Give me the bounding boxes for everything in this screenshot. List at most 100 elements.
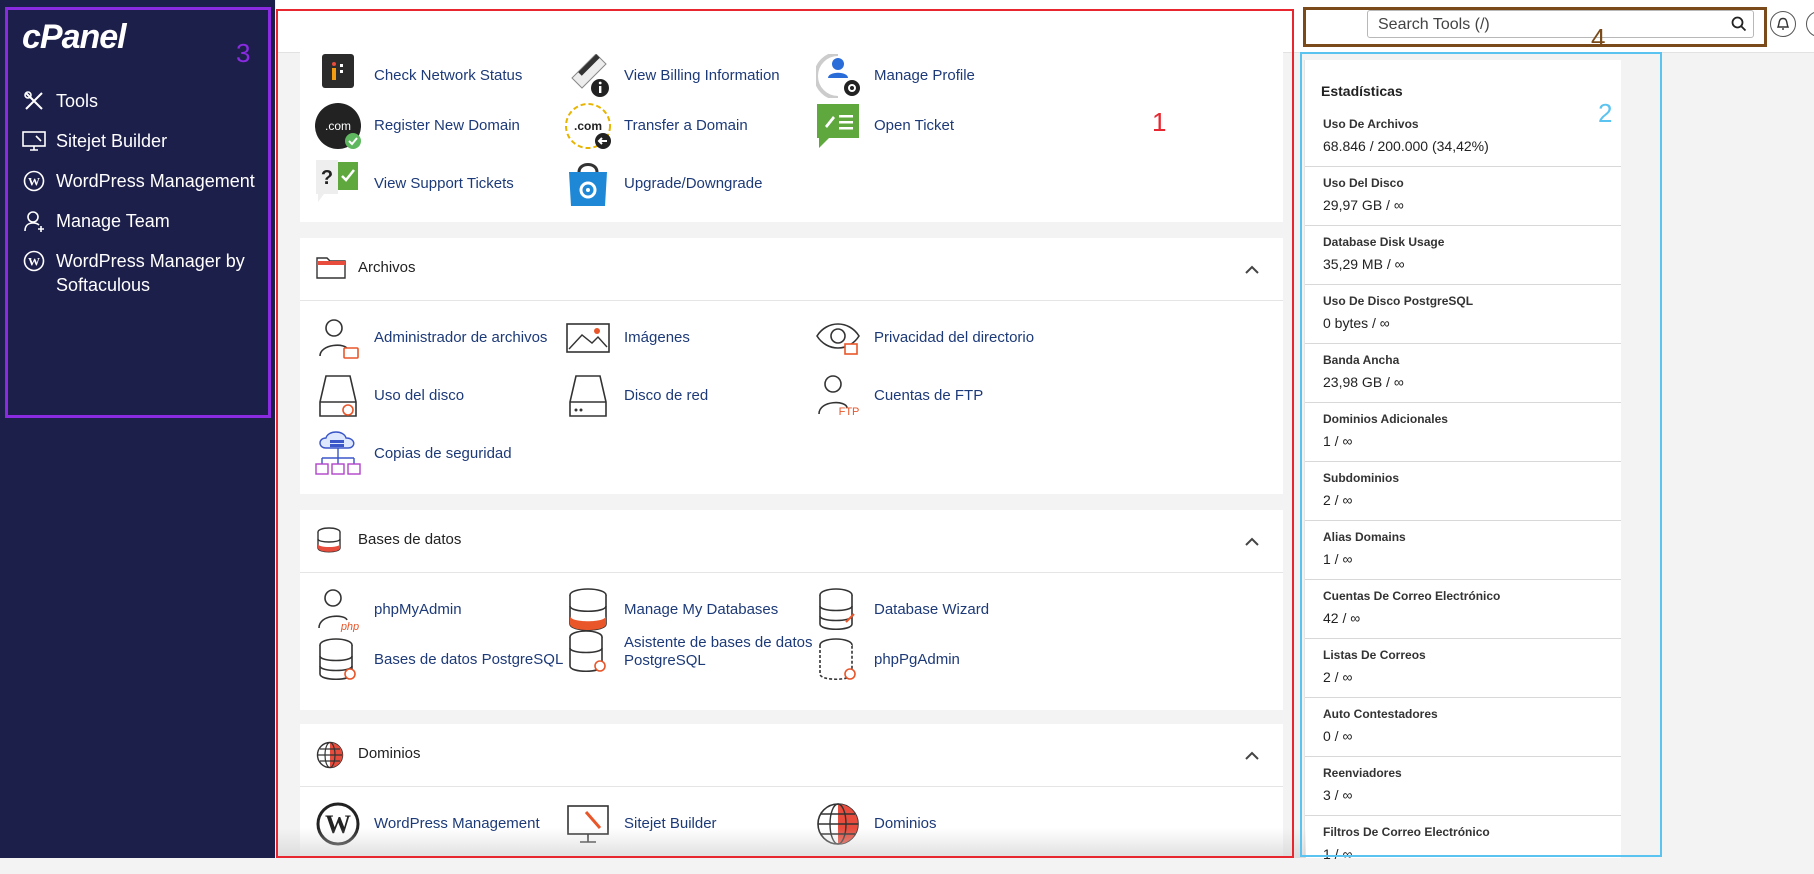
tool-asistente-de-bases-de-datos-postgresql[interactable]: Asistente de bases de datos PostgreSQL	[564, 628, 814, 676]
tool-wordpress-management[interactable]: W WordPress Management	[314, 800, 540, 848]
file-manager-icon	[314, 314, 362, 362]
svg-text:?: ?	[321, 167, 333, 189]
chevron-up-icon[interactable]	[1245, 534, 1259, 552]
svg-text:.com: .com	[325, 119, 351, 133]
dominios-header[interactable]: Dominios	[300, 724, 1283, 787]
search-input[interactable]	[1376, 14, 1720, 36]
wordpress-icon: W	[23, 170, 45, 192]
sidebar: cPanel Tools Sitejet Builder W WordPress…	[0, 0, 275, 858]
tool-register-new-domain[interactable]: .com Register New Domain	[314, 102, 520, 150]
database-icon	[316, 527, 342, 558]
profile-icon	[814, 52, 862, 100]
sidebar-item-label: WordPress Management	[56, 171, 255, 191]
sidebar-item-label: Manage Team	[56, 211, 170, 231]
sidebar-item-tools[interactable]: Tools	[22, 89, 98, 113]
notifications-button[interactable]	[1770, 11, 1796, 37]
tool-disco-de-red[interactable]: Disco de red	[564, 372, 708, 420]
chevron-up-icon[interactable]	[1245, 262, 1259, 280]
sidebar-item-sitejet-builder[interactable]: Sitejet Builder	[22, 129, 167, 153]
stat-row: Dominios Adicionales 1 / ∞	[1305, 402, 1621, 462]
stat-row: Uso De Archivos 68.846 / 200.000 (34,42%)	[1305, 107, 1621, 167]
monitor-icon	[22, 131, 46, 151]
annotation-number-2: 2	[1598, 98, 1613, 128]
svg-text:W: W	[325, 810, 351, 839]
ftp-icon: FTP	[814, 372, 862, 420]
sidebar-item-wordpress-manager[interactable]: W WordPress Manager by Softaculous	[22, 249, 247, 297]
tool-check-network-status[interactable]: Check Network Status	[314, 52, 522, 100]
stat-row: Cuentas De Correo Electrónico 42 / ∞	[1305, 579, 1621, 639]
stat-row: Banda Ancha 23,98 GB / ∞	[1305, 343, 1621, 403]
tool-upgrade-downgrade[interactable]: Upgrade/Downgrade	[564, 160, 762, 208]
tool-bases-de-datos-postgresql[interactable]: Bases de datos PostgreSQL	[314, 636, 563, 684]
tool-phppgadmin[interactable]: phpPgAdmin	[814, 636, 960, 684]
section-title: Bases de datos	[358, 531, 462, 548]
sidebar-item-wordpress-management[interactable]: W WordPress Management	[22, 169, 255, 193]
phpmyadmin-icon: php	[314, 586, 362, 634]
network-disk-icon	[564, 372, 612, 420]
stat-row: Database Disk Usage 35,29 MB / ∞	[1305, 225, 1621, 285]
svg-text:php: php	[340, 621, 359, 632]
cpanel-logo[interactable]: cPanel	[22, 18, 127, 57]
tool-administrador-de-archivos[interactable]: Administrador de archivos	[314, 314, 547, 362]
annotation-number-1: 1	[1152, 107, 1167, 137]
transfer-domain-icon: .com	[564, 102, 612, 150]
phppgadmin-icon	[814, 636, 862, 684]
user-icon	[24, 211, 44, 232]
folder-icon	[316, 255, 346, 284]
svg-text:.com: .com	[574, 119, 602, 133]
ticket-icon	[814, 102, 862, 150]
annotation-number-4: 4	[1591, 23, 1606, 53]
globe-icon	[316, 741, 344, 774]
stat-row: Auto Contestadores 0 / ∞	[1305, 697, 1621, 757]
tool-view-billing-information[interactable]: View Billing Information	[564, 52, 780, 100]
statistics-title: Estadísticas	[1321, 83, 1403, 99]
register-domain-icon: .com	[314, 102, 362, 150]
tool-dominios[interactable]: Dominios	[814, 800, 937, 848]
tool-manage-profile[interactable]: Manage Profile	[814, 52, 975, 100]
bell-icon	[1776, 17, 1790, 30]
postgresql-icon	[314, 636, 362, 684]
tool-transfer-a-domain[interactable]: .com Transfer a Domain	[564, 102, 748, 150]
tool-uso-del-disco[interactable]: Uso del disco	[314, 372, 464, 420]
tool-phpmyadmin[interactable]: php phpMyAdmin	[314, 586, 462, 634]
bases-de-datos-panel: Bases de datos php phpMyAdmin Manage My …	[300, 510, 1283, 710]
tool-imagenes[interactable]: Imágenes	[564, 314, 690, 362]
images-icon	[564, 314, 612, 362]
tools-icon	[24, 91, 43, 110]
search-icon[interactable]	[1731, 16, 1747, 37]
billing-icon	[564, 52, 612, 100]
tool-copias-de-seguridad[interactable]: Copias de seguridad	[314, 430, 512, 478]
svg-text:W: W	[28, 175, 40, 189]
section-title: Dominios	[358, 745, 421, 762]
sidebar-item-manage-team[interactable]: Manage Team	[22, 209, 170, 233]
database-icon	[564, 586, 612, 634]
search-box[interactable]	[1367, 10, 1754, 38]
tool-sitejet-builder[interactable]: Sitejet Builder	[564, 800, 717, 848]
sidebar-item-label: WordPress Manager by Softaculous	[56, 251, 245, 295]
stat-row: Listas De Correos 2 / ∞	[1305, 638, 1621, 698]
archivos-header[interactable]: Archivos	[300, 238, 1283, 301]
globe-icon	[814, 800, 862, 848]
tool-view-support-tickets[interactable]: ? View Support Tickets	[314, 160, 514, 208]
database-wizard-icon	[814, 586, 862, 634]
tool-database-wizard[interactable]: Database Wizard	[814, 586, 989, 634]
statistics-panel: Estadísticas Uso De Archivos 68.846 / 200…	[1304, 60, 1621, 862]
tool-manage-my-databases[interactable]: Manage My Databases	[564, 586, 778, 634]
sidebar-item-label: Tools	[56, 91, 99, 111]
tool-open-ticket[interactable]: Open Ticket	[814, 102, 954, 150]
stat-row: Uso Del Disco 29,97 GB / ∞	[1305, 166, 1621, 226]
dominios-panel: Dominios W WordPress Management Sitejet …	[300, 724, 1283, 858]
svg-text:W: W	[28, 255, 40, 269]
chevron-up-icon[interactable]	[1245, 748, 1259, 766]
postgresql-wizard-icon	[564, 628, 612, 676]
tool-cuentas-de-ftp[interactable]: FTP Cuentas de FTP	[814, 372, 983, 420]
stat-row: Filtros De Correo Electrónico 1 / ∞	[1323, 825, 1490, 862]
sitejet-icon	[564, 800, 612, 848]
stat-row: Subdominios 2 / ∞	[1305, 461, 1621, 521]
annotation-number-3: 3	[236, 38, 251, 68]
wordpress-icon: W	[23, 250, 45, 272]
tool-privacidad-del-directorio[interactable]: Privacidad del directorio	[814, 314, 1034, 362]
general-panel: Check Network Status View Billing Inform…	[300, 52, 1283, 222]
bases-header[interactable]: Bases de datos	[300, 510, 1283, 573]
wordpress-icon: W	[314, 800, 362, 848]
